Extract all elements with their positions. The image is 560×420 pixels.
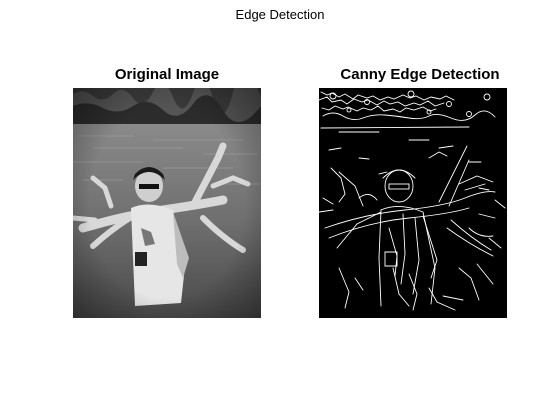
canny-edge-title: Canny Edge Detection xyxy=(340,66,500,83)
original-photo-graphic xyxy=(73,88,261,318)
edge-map-graphic xyxy=(319,88,507,318)
figure-title: Edge Detection xyxy=(235,7,325,22)
original-image xyxy=(73,88,261,318)
canny-edge-image xyxy=(319,88,507,318)
original-image-title: Original Image xyxy=(114,66,220,83)
